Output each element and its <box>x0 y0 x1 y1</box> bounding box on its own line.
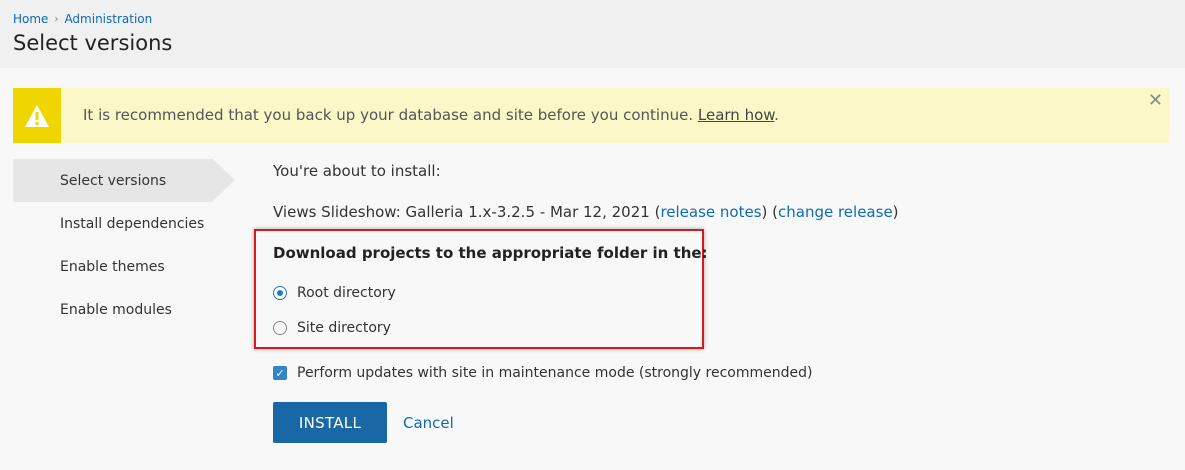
sidebar-item-enable-themes: Enable themes <box>60 258 165 275</box>
radio-site-directory[interactable]: Site directory <box>273 320 391 336</box>
learn-how-link[interactable]: Learn how <box>698 106 774 124</box>
warning-icon <box>13 88 61 143</box>
page-header: Home › Administration Select versions <box>0 0 1185 68</box>
breadcrumb-administration[interactable]: Administration <box>64 12 152 26</box>
radio-checked-icon[interactable] <box>273 286 287 300</box>
install-intro: You're about to install: <box>273 162 441 180</box>
step-sidebar: Select versions Install dependencies Ena… <box>13 159 235 331</box>
release-notes-link[interactable]: release notes <box>660 203 761 221</box>
change-release-link[interactable]: change release <box>778 203 893 221</box>
page-title: Select versions <box>13 31 173 55</box>
cancel-link[interactable]: Cancel <box>403 414 454 432</box>
warning-message: It is recommended that you back up your … <box>13 88 1169 143</box>
checkmark-icon[interactable]: ✓ <box>273 366 287 380</box>
install-button[interactable]: INSTALL <box>273 402 387 443</box>
sidebar-item-select-versions: Select versions <box>13 159 235 202</box>
project-line: Views Slideshow: Galleria 1.x-3.2.5 - Ma… <box>273 203 899 221</box>
breadcrumb: Home › Administration <box>13 12 152 26</box>
sidebar-item-enable-modules: Enable modules <box>60 301 172 318</box>
radio-root-directory[interactable]: Root directory <box>273 285 396 301</box>
close-icon[interactable]: ✕ <box>1148 90 1163 111</box>
maintenance-mode-checkbox[interactable]: ✓ Perform updates with site in maintenan… <box>273 365 812 381</box>
sidebar-item-install-dependencies: Install dependencies <box>60 215 205 232</box>
chevron-right-icon: › <box>54 13 59 25</box>
warning-text: It is recommended that you back up your … <box>83 106 779 124</box>
radio-unchecked-icon[interactable] <box>273 321 287 335</box>
download-title: Download projects to the appropriate fol… <box>273 244 708 262</box>
breadcrumb-home[interactable]: Home <box>13 12 48 26</box>
